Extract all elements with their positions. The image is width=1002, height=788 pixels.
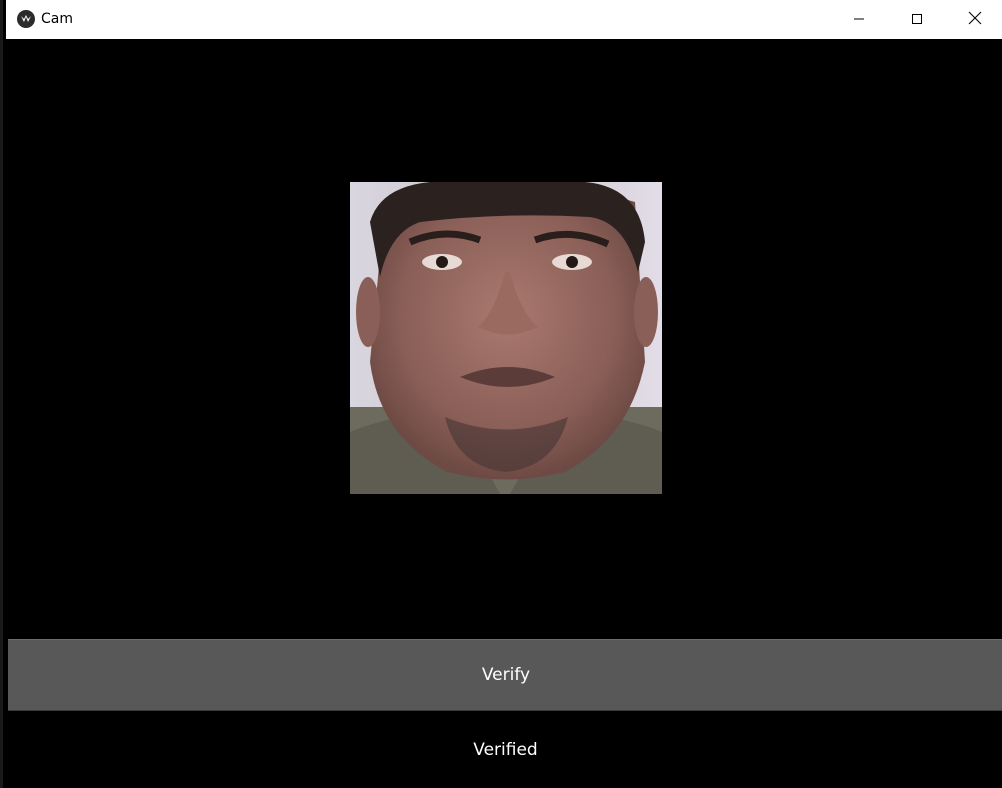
title-bar[interactable]: Cam	[6, 0, 1002, 39]
app-window: Cam Verify Verified	[0, 0, 1002, 788]
kivy-app-icon	[17, 10, 35, 28]
verify-button[interactable]: Verify	[8, 639, 1002, 711]
maximize-button[interactable]	[888, 0, 946, 39]
close-icon	[968, 10, 982, 29]
minimize-button[interactable]	[830, 0, 888, 39]
app-content: Verify Verified	[6, 39, 1002, 788]
maximize-icon	[911, 10, 923, 29]
window-title: Cam	[41, 11, 73, 27]
verification-status-label: Verified	[473, 740, 538, 760]
minimize-icon	[853, 10, 865, 29]
webcam-frame	[350, 182, 662, 494]
close-button[interactable]	[946, 0, 1002, 39]
